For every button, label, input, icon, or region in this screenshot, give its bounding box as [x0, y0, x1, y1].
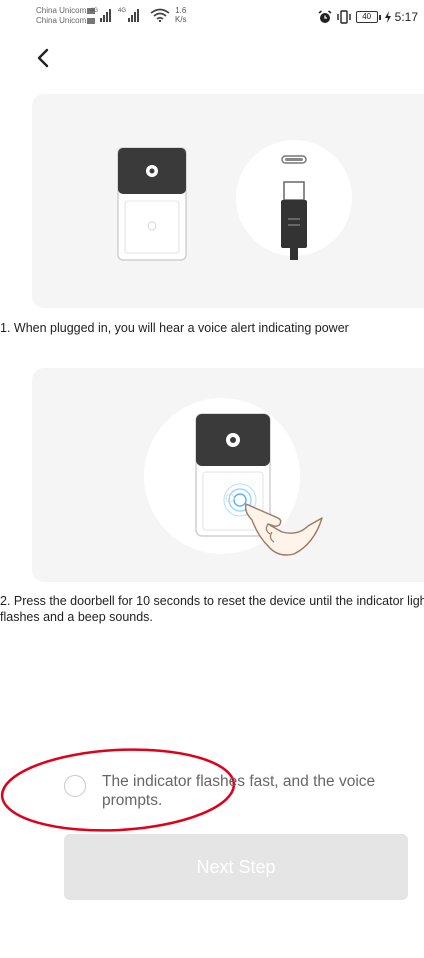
signal-strength-icon: 4G: [118, 8, 140, 22]
network-type: 4G: [90, 8, 99, 14]
alarm-clock-icon: [318, 10, 332, 23]
battery-icon: 40: [355, 11, 381, 23]
next-step-button[interactable]: Next Step: [64, 834, 408, 900]
signal-strength-icon: 4G: [90, 8, 112, 22]
illustration-power-on: [32, 94, 424, 308]
wifi-icon: [150, 8, 170, 22]
illustration-reset: [32, 368, 424, 582]
carrier-info: China Unicom China Unicom: [36, 6, 96, 26]
battery-level: 40: [355, 11, 378, 23]
vibrate-icon: [336, 10, 351, 24]
step-2-caption: 2. Press the doorbell for 10 seconds to …: [0, 594, 424, 624]
clock-time: 5:17: [394, 10, 418, 24]
network-speed-value: 1.6: [175, 6, 187, 15]
network-type: 4G: [118, 8, 127, 14]
network-speed: 1.6 K/s: [175, 6, 187, 24]
carrier-name-1: China Unicom: [36, 6, 87, 15]
doorbell-charging-illustration: [117, 140, 352, 261]
option-label: The indicator flashes fast, and the voic…: [102, 773, 376, 809]
indicator-confirm-option[interactable]: The indicator flashes fast, and the voic…: [64, 772, 404, 810]
carrier-name-2: China Unicom: [36, 16, 87, 25]
reset-guide-screen: China Unicom China Unicom 4G 4G 1.6 K/s: [0, 0, 424, 958]
step-1-caption: 1. When plugged in, you will hear a voic…: [0, 321, 349, 335]
charging-icon: [384, 11, 391, 23]
network-speed-unit: K/s: [175, 15, 187, 24]
status-bar: China Unicom China Unicom 4G 4G 1.6 K/s: [0, 0, 424, 36]
doorbell-reset-illustration: [144, 398, 323, 556]
status-right: 40 5:17: [318, 10, 418, 24]
chevron-left-icon: [37, 48, 49, 68]
radio-button[interactable]: [64, 775, 86, 797]
back-button[interactable]: [32, 46, 56, 70]
